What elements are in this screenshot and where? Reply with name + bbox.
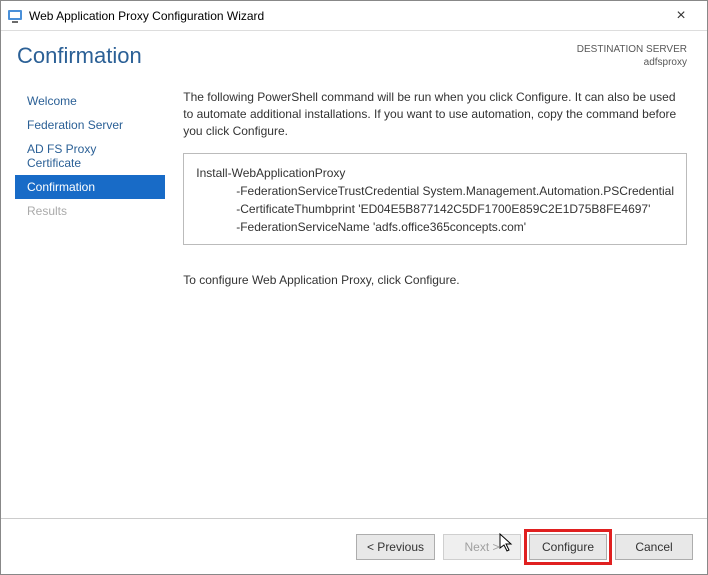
- sidebar-item-confirmation[interactable]: Confirmation: [15, 175, 165, 199]
- ps-command-name: Install-WebApplicationProxy: [196, 166, 345, 180]
- post-note: To configure Web Application Proxy, clic…: [183, 273, 687, 287]
- ps-param-thumbprint: -CertificateThumbprint 'ED04E5B877142C5D…: [196, 200, 674, 218]
- titlebar: Web Application Proxy Configuration Wiza…: [1, 1, 707, 31]
- intro-text: The following PowerShell command will be…: [183, 89, 687, 139]
- powershell-command-box[interactable]: Install-WebApplicationProxy -FederationS…: [183, 153, 687, 245]
- step-sidebar: Welcome Federation Server AD FS Proxy Ce…: [15, 83, 165, 518]
- main-panel: The following PowerShell command will be…: [165, 83, 693, 518]
- wizard-footer: < Previous Next > Configure Cancel: [1, 518, 707, 574]
- cancel-button[interactable]: Cancel: [615, 534, 693, 560]
- close-button[interactable]: ×: [661, 7, 701, 25]
- sidebar-item-adfs-proxy-certificate[interactable]: AD FS Proxy Certificate: [15, 137, 165, 175]
- destination-server-value: adfsproxy: [577, 56, 687, 69]
- wizard-header: Confirmation DESTINATION SERVER adfsprox…: [1, 31, 707, 75]
- app-icon: [7, 8, 23, 24]
- sidebar-item-results: Results: [15, 199, 165, 223]
- ps-param-credential: -FederationServiceTrustCredential System…: [196, 182, 674, 200]
- previous-button[interactable]: < Previous: [356, 534, 435, 560]
- wizard-body: Welcome Federation Server AD FS Proxy Ce…: [1, 75, 707, 518]
- window-title: Web Application Proxy Configuration Wiza…: [29, 9, 661, 23]
- sidebar-item-federation-server[interactable]: Federation Server: [15, 113, 165, 137]
- destination-server-block: DESTINATION SERVER adfsproxy: [577, 43, 687, 69]
- page-heading: Confirmation: [17, 43, 577, 69]
- configure-button[interactable]: Configure: [529, 534, 607, 560]
- ps-param-servicename: -FederationServiceName 'adfs.office365co…: [196, 218, 674, 236]
- next-button: Next >: [443, 534, 521, 560]
- sidebar-item-welcome[interactable]: Welcome: [15, 89, 165, 113]
- destination-server-label: DESTINATION SERVER: [577, 43, 687, 56]
